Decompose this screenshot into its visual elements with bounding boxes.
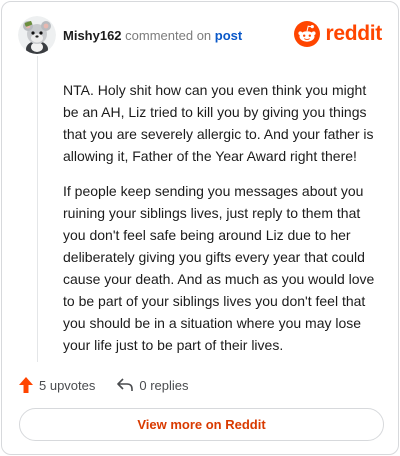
comment-paragraph: If people keep sending you messages abou… [63, 183, 375, 353]
upvote-arrow-icon [19, 377, 33, 393]
reply-arrow-icon [117, 378, 134, 391]
comment-action-text: commented on [125, 28, 212, 43]
upvote-button[interactable]: 5 upvotes [19, 377, 95, 393]
comment-body: NTA. Holy shit how can you even think yo… [63, 79, 381, 369]
reddit-brand[interactable]: reddit [294, 20, 382, 48]
comment-header: Mishy162 commented on post reddit [18, 16, 382, 56]
reddit-wordmark: reddit [325, 22, 382, 45]
post-link[interactable]: post [215, 28, 242, 43]
comment-actions: 5 upvotes 0 replies [19, 374, 211, 396]
reply-button[interactable]: 0 replies [117, 377, 189, 393]
reddit-logo-icon [294, 21, 321, 47]
user-avatar[interactable] [18, 16, 56, 54]
upvote-count: 5 upvotes [39, 377, 96, 393]
avatar-icon [18, 16, 56, 54]
thread-line [37, 56, 38, 362]
comment-meta: Mishy162 commented on post [63, 28, 242, 44]
reply-count: 0 replies [139, 377, 189, 393]
comment-paragraph: NTA. Holy shit how can you even think yo… [63, 82, 374, 164]
embedded-comment-card: Mishy162 commented on post reddit NTA. H… [1, 1, 399, 455]
username[interactable]: Mishy162 [63, 28, 122, 43]
view-more-button[interactable]: View more on Reddit [19, 408, 384, 441]
